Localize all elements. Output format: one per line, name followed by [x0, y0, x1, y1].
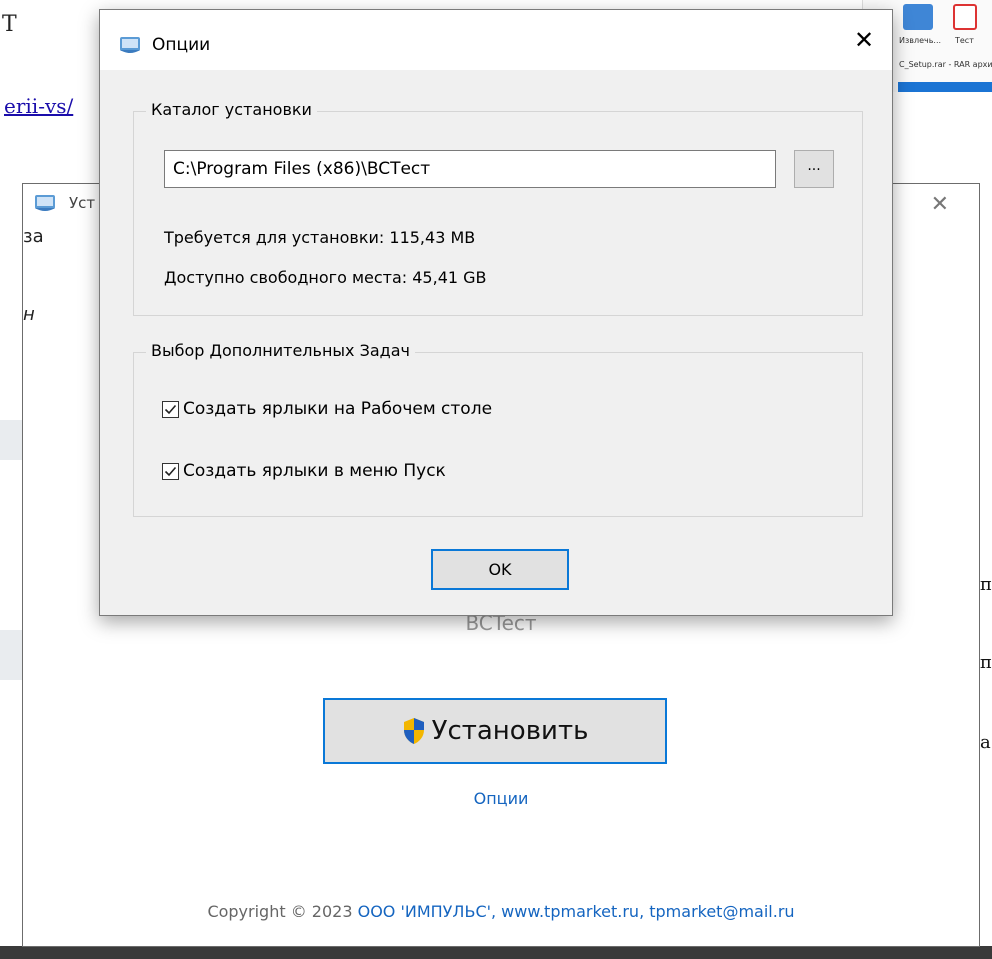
start-menu-shortcut-checkbox[interactable]: Создать ярлыки в меню Пуск [162, 461, 446, 481]
checkbox-box[interactable] [162, 462, 179, 480]
background-text-fragment: а [980, 732, 991, 753]
ok-button[interactable]: OK [431, 549, 569, 590]
options-dialog: Опции ✕ Каталог установки ... Требуется … [99, 9, 893, 616]
options-dialog-title: Опции [152, 35, 211, 55]
checkbox-label: Создать ярлыки на Рабочем столе [183, 399, 493, 419]
toolbar-item-label: Извлечь... [899, 36, 942, 45]
background-text-fragment: п [980, 574, 992, 595]
background-text-fragment: за [23, 226, 44, 247]
checkbox-box[interactable] [162, 400, 179, 418]
install-path-input[interactable] [164, 150, 776, 188]
tasks-group: Выбор Дополнительных Задач Создать ярлык… [133, 341, 863, 517]
background-text-fragment: Т [2, 12, 17, 37]
installer-app-icon [35, 195, 55, 211]
background-text-fragment: п [980, 652, 992, 673]
background-link[interactable]: erii-vs/ [4, 94, 73, 118]
checkmark-icon [164, 404, 177, 414]
background-selection-bar [898, 82, 992, 92]
background-strip [0, 420, 22, 460]
close-icon[interactable]: ✕ [931, 192, 949, 217]
archive-caption: C_Setup.rar - RAR архив [899, 60, 992, 69]
close-icon[interactable]: ✕ [850, 26, 878, 54]
background-dark-strip [0, 946, 992, 959]
install-dir-legend: Каталог установки [146, 100, 317, 119]
checkbox-label: Создать ярлыки в меню Пуск [183, 461, 446, 481]
background-strip [0, 630, 22, 680]
options-dialog-titlebar: Опции ✕ [100, 10, 892, 70]
test-icon[interactable] [953, 4, 977, 30]
checkmark-icon [164, 466, 177, 476]
background-text-fragment: н [23, 304, 35, 325]
install-button[interactable]: Установить [323, 698, 667, 764]
install-dir-group: Каталог установки ... Требуется для уста… [133, 100, 863, 316]
desktop-shortcut-checkbox[interactable]: Создать ярлыки на Рабочем столе [162, 399, 492, 419]
available-space-text: Доступно свободного места: 45,41 GB [164, 268, 487, 287]
installer-window-title: Уст [69, 194, 96, 212]
toolbar-item-label: Тест [955, 36, 974, 45]
browse-button[interactable]: ... [794, 150, 834, 188]
company-links[interactable]: ООО 'ИМПУЛЬС', www.tpmarket.ru, tpmarket… [358, 902, 795, 921]
required-space-text: Требуется для установки: 115,43 MB [164, 228, 476, 247]
options-link[interactable]: Опции [23, 789, 979, 808]
copyright-text: Copyright © 2023 [207, 902, 353, 921]
tasks-legend: Выбор Дополнительных Задач [146, 341, 415, 360]
uac-shield-icon [403, 718, 424, 744]
folder-icon[interactable] [903, 4, 933, 30]
install-button-label: Установить [431, 716, 589, 746]
footer: Copyright © 2023 ООО 'ИМПУЛЬС', www.tpma… [23, 902, 979, 921]
options-app-icon [120, 37, 140, 53]
